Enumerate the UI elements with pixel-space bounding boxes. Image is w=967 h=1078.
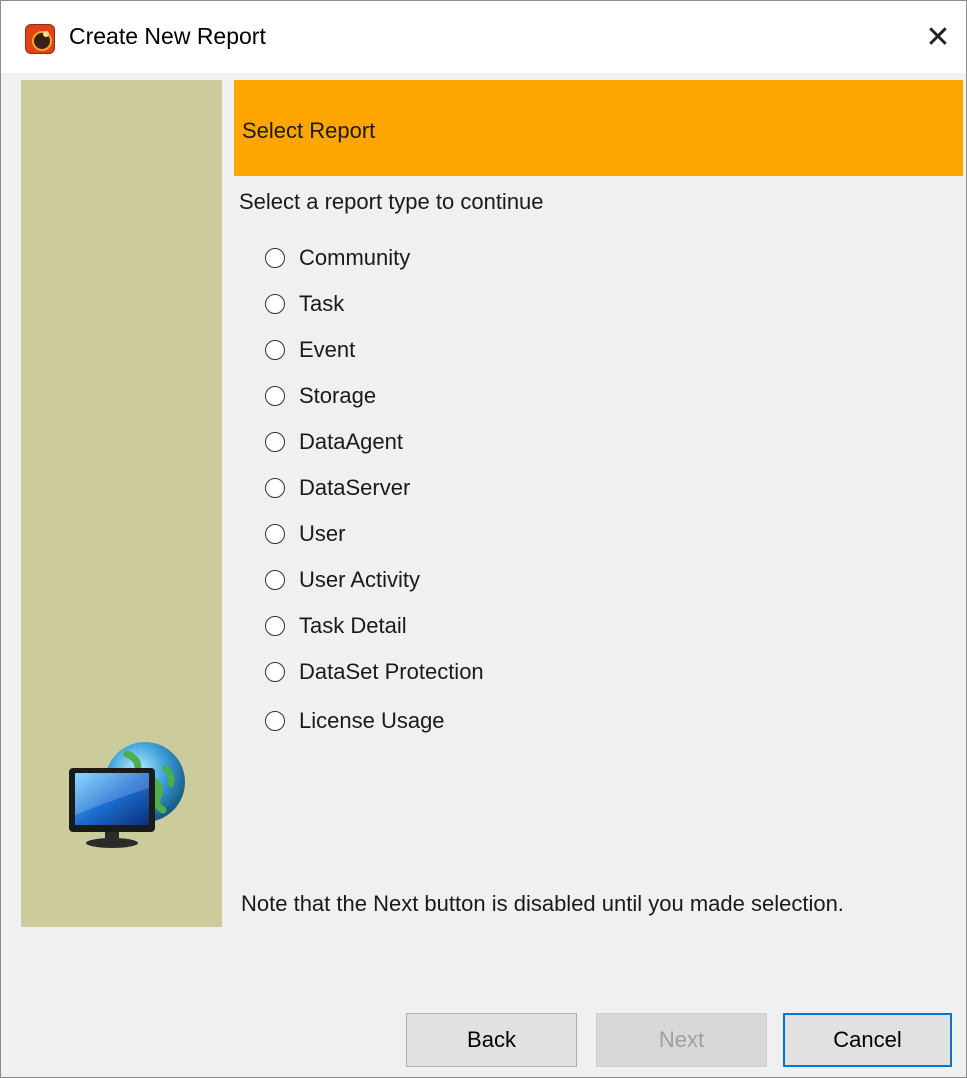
radio-button[interactable] bbox=[265, 616, 285, 636]
option-user-activity[interactable]: User Activity bbox=[265, 560, 420, 600]
option-task-detail[interactable]: Task Detail bbox=[265, 606, 407, 646]
option-dataset-protection[interactable]: DataSet Protection bbox=[265, 652, 484, 692]
radio-button[interactable] bbox=[265, 478, 285, 498]
radio-button[interactable] bbox=[265, 386, 285, 406]
radio-button[interactable] bbox=[265, 294, 285, 314]
close-icon[interactable]: ✕ bbox=[910, 1, 966, 73]
app-logo-icon bbox=[25, 24, 55, 54]
option-label: License Usage bbox=[299, 708, 445, 733]
note-text: Note that the Next button is disabled un… bbox=[241, 891, 844, 916]
next-button[interactable]: Next bbox=[596, 1013, 767, 1067]
radio-button[interactable] bbox=[265, 248, 285, 268]
option-task[interactable]: Task bbox=[265, 284, 344, 324]
option-label: Event bbox=[299, 337, 356, 362]
radio-button[interactable] bbox=[265, 432, 285, 452]
monitor-globe-icon bbox=[69, 742, 185, 848]
cancel-button[interactable]: Cancel bbox=[783, 1013, 952, 1067]
option-storage[interactable]: Storage bbox=[265, 376, 376, 416]
option-label: DataAgent bbox=[299, 429, 403, 454]
option-label: Community bbox=[299, 245, 411, 270]
instruction-text: Select a report type to continue bbox=[239, 189, 544, 214]
option-event[interactable]: Event bbox=[265, 330, 355, 370]
radio-button[interactable] bbox=[265, 524, 285, 544]
option-dataserver[interactable]: DataServer bbox=[265, 468, 410, 508]
wizard-sidebar bbox=[21, 80, 222, 927]
option-community[interactable]: Community bbox=[265, 238, 410, 278]
option-license-usage[interactable]: License Usage bbox=[265, 701, 445, 741]
title-bar: Create New Report ✕ bbox=[1, 1, 966, 73]
header-band: Select Report bbox=[234, 80, 963, 176]
radio-button[interactable] bbox=[265, 570, 285, 590]
option-label: DataSet Protection bbox=[299, 659, 484, 684]
option-dataagent[interactable]: DataAgent bbox=[265, 422, 403, 462]
option-label: User bbox=[299, 521, 346, 546]
window-title: Create New Report bbox=[69, 23, 266, 49]
radio-button[interactable] bbox=[265, 340, 285, 360]
option-label: User Activity bbox=[299, 567, 421, 592]
back-button[interactable]: Back bbox=[406, 1013, 577, 1067]
option-label: Storage bbox=[299, 383, 377, 408]
radio-button[interactable] bbox=[265, 711, 285, 731]
option-label: DataServer bbox=[299, 475, 411, 500]
page-title: Select Report bbox=[242, 118, 376, 143]
option-user[interactable]: User bbox=[265, 514, 345, 554]
radio-button[interactable] bbox=[265, 662, 285, 682]
option-label: Task bbox=[299, 291, 345, 316]
option-label: Task Detail bbox=[299, 613, 407, 638]
create-report-dialog: Create New Report ✕ Select Report Select… bbox=[0, 0, 967, 1078]
